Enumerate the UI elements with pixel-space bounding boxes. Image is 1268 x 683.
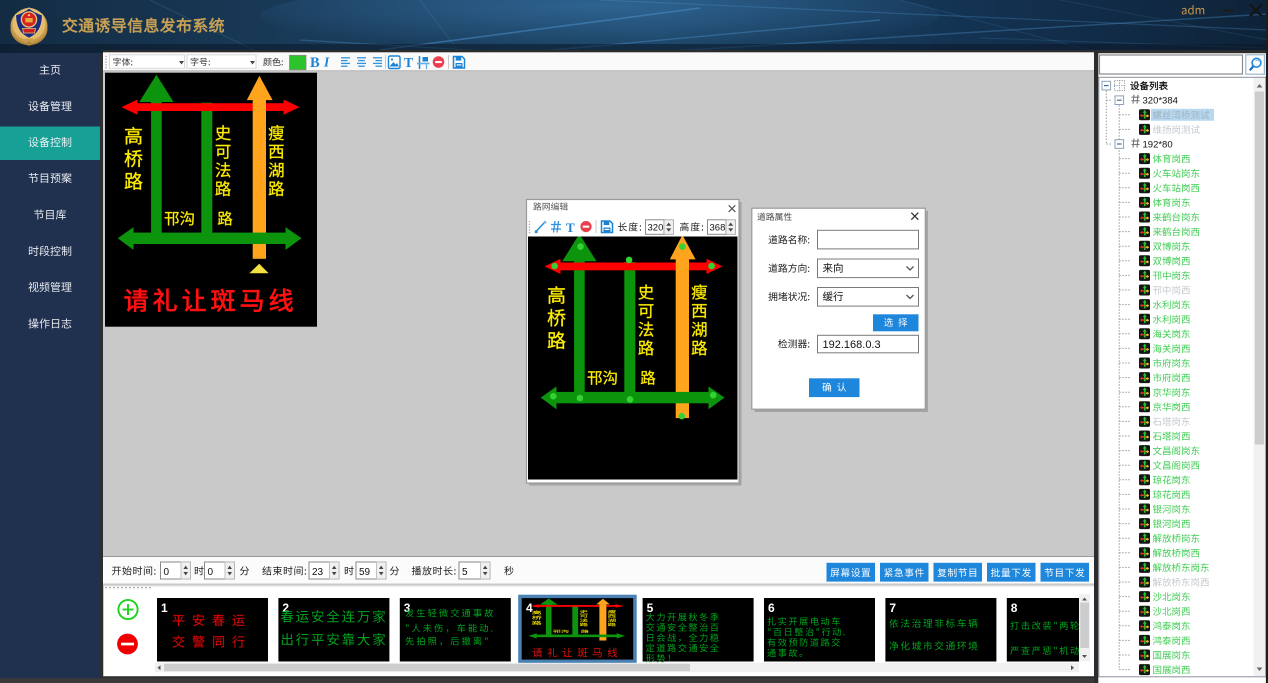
- svg-text:6: 6: [768, 601, 775, 615]
- svg-text:0: 0: [208, 567, 214, 578]
- svg-text:59: 59: [359, 567, 371, 578]
- svg-text:T: T: [566, 220, 575, 235]
- svg-text:5: 5: [462, 567, 468, 578]
- svg-text:B: B: [310, 55, 320, 71]
- svg-text:T: T: [404, 55, 413, 70]
- svg-text:0: 0: [164, 567, 170, 578]
- svg-text:7: 7: [889, 601, 896, 615]
- svg-text:I: I: [323, 55, 330, 70]
- svg-text:192*80: 192*80: [1143, 140, 1173, 151]
- svg-text:23: 23: [312, 567, 324, 578]
- svg-text:8: 8: [1011, 601, 1018, 615]
- svg-text:320*384: 320*384: [1143, 96, 1178, 107]
- svg-text:192.168.0.3: 192.168.0.3: [823, 339, 881, 351]
- svg-text:368: 368: [710, 223, 726, 234]
- svg-text:1: 1: [161, 601, 168, 615]
- svg-text:4: 4: [526, 601, 533, 615]
- svg-text:320: 320: [648, 223, 664, 234]
